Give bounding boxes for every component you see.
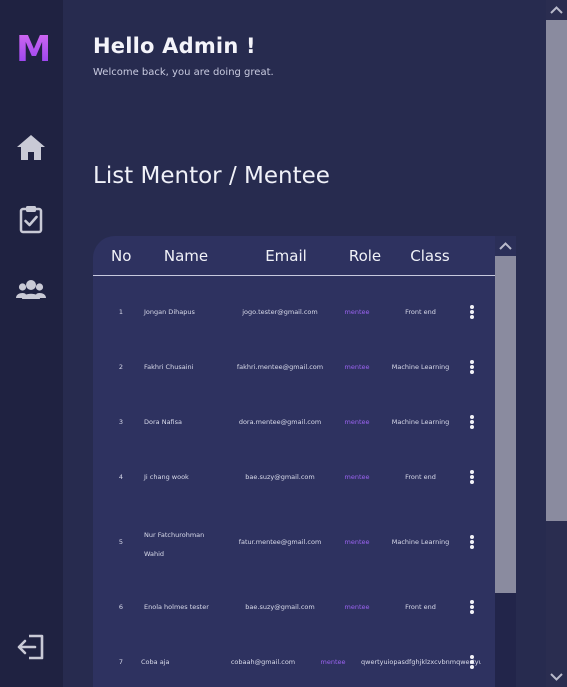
row-number: 5 (118, 538, 124, 546)
column-header-class: Class (410, 247, 450, 265)
page-scroll-up-button[interactable] (546, 0, 567, 20)
page-scroll-down-button[interactable] (546, 667, 567, 687)
logout-button[interactable] (15, 631, 47, 663)
row-role: mentee (344, 538, 370, 546)
page-scrollbar[interactable] (546, 0, 567, 687)
kebab-dot (470, 420, 474, 424)
kebab-dot (470, 610, 474, 614)
clipboard-check-icon (19, 206, 43, 234)
row-actions-menu[interactable] (470, 655, 474, 669)
sidebar: M (0, 0, 63, 687)
column-header-email: Email (265, 247, 307, 265)
row-email: fakhri.mentee@gmail.com (236, 363, 324, 371)
kebab-dot (470, 660, 474, 664)
row-class: Machine Learning (391, 363, 450, 371)
row-class: Front end (405, 603, 436, 611)
row-actions-menu[interactable] (470, 470, 474, 484)
row-actions-menu[interactable] (470, 305, 474, 319)
row-name: Ji chang wook (144, 473, 189, 481)
row-class: Machine Learning (391, 538, 450, 546)
row-number: 2 (118, 363, 124, 371)
greeting-title: Hello Admin ! (93, 34, 256, 58)
column-header-no: No (111, 247, 132, 265)
kebab-dot (470, 665, 474, 669)
row-number: 6 (118, 603, 124, 611)
main-content: Hello Admin ! Welcome back, you are doin… (63, 0, 546, 687)
kebab-dot (470, 540, 474, 544)
kebab-dot (470, 535, 474, 539)
chevron-up-icon (550, 6, 563, 14)
row-name: Dora Nafisa (144, 418, 183, 426)
kebab-dot (470, 305, 474, 309)
section-title: List Mentor / Mentee (93, 163, 330, 189)
table-scroll-thumb[interactable] (495, 256, 516, 593)
home-icon (17, 135, 45, 160)
row-role: mentee (344, 473, 370, 481)
row-class: Machine Learning (391, 418, 450, 426)
kebab-dot (470, 315, 474, 319)
app-logo: M (16, 29, 52, 70)
column-header-role: Role (348, 247, 382, 265)
kebab-dot (470, 425, 474, 429)
welcome-subtitle: Welcome back, you are doing great. (93, 67, 274, 78)
column-header-name: Name (163, 247, 209, 265)
page-scroll-thumb[interactable] (546, 20, 567, 521)
row-class: Front end (405, 308, 436, 316)
kebab-dot (470, 365, 474, 369)
row-email: cobaah@gmail.com (230, 658, 296, 666)
row-name: Fakhri Chusaini (144, 363, 194, 371)
kebab-dot (470, 655, 474, 659)
row-actions-menu[interactable] (470, 360, 474, 374)
row-name: Jongan Dihapus (144, 308, 195, 316)
chevron-down-icon (550, 673, 563, 681)
kebab-dot (470, 415, 474, 419)
kebab-dot (470, 310, 474, 314)
row-class: Front end (405, 473, 436, 481)
row-number: 7 (118, 658, 124, 666)
row-actions-menu[interactable] (470, 535, 474, 549)
row-number: 3 (118, 418, 124, 426)
row-number: 1 (118, 308, 124, 316)
kebab-dot (470, 360, 474, 364)
kebab-dot (470, 475, 474, 479)
kebab-dot (470, 545, 474, 549)
kebab-dot (470, 600, 474, 604)
table-scrollbar[interactable] (495, 236, 516, 687)
row-role: mentee (320, 658, 346, 666)
kebab-dot (470, 480, 474, 484)
mentor-mentee-table: No Name Email Role Class 1 Jongan Dihapu… (93, 236, 516, 687)
row-email: dora.mentee@gmail.com (238, 418, 322, 426)
row-email: bae.suzy@gmail.com (245, 603, 315, 611)
row-role: mentee (344, 603, 370, 611)
row-name: Nur Fatchurohman Wahid (144, 531, 205, 558)
row-role: mentee (344, 363, 370, 371)
logout-icon (17, 634, 44, 660)
row-name: Enola holmes tester (144, 603, 209, 611)
nav-tasks[interactable] (15, 203, 47, 235)
nav-mentees[interactable] (15, 274, 47, 306)
row-role: mentee (344, 308, 370, 316)
kebab-dot (470, 605, 474, 609)
table-scroll-up-button[interactable] (495, 236, 516, 256)
table-header: No Name Email Role Class (93, 236, 495, 276)
row-actions-menu[interactable] (470, 600, 474, 614)
row-role: mentee (344, 418, 370, 426)
row-actions-menu[interactable] (470, 415, 474, 429)
users-icon (16, 280, 46, 299)
row-email: bae.suzy@gmail.com (245, 473, 315, 481)
row-number: 4 (118, 473, 124, 481)
row-class: qwertyuiopasdfghjklzxcvbnmqwertyuio (361, 658, 481, 666)
kebab-dot (470, 470, 474, 474)
kebab-dot (470, 370, 474, 374)
row-name: Coba aja (141, 658, 170, 666)
row-email: jogo.tester@gmail.com (242, 308, 318, 316)
nav-home[interactable] (15, 131, 47, 163)
chevron-up-icon (499, 242, 512, 250)
row-email: fatur.mentee@gmail.com (238, 538, 322, 546)
